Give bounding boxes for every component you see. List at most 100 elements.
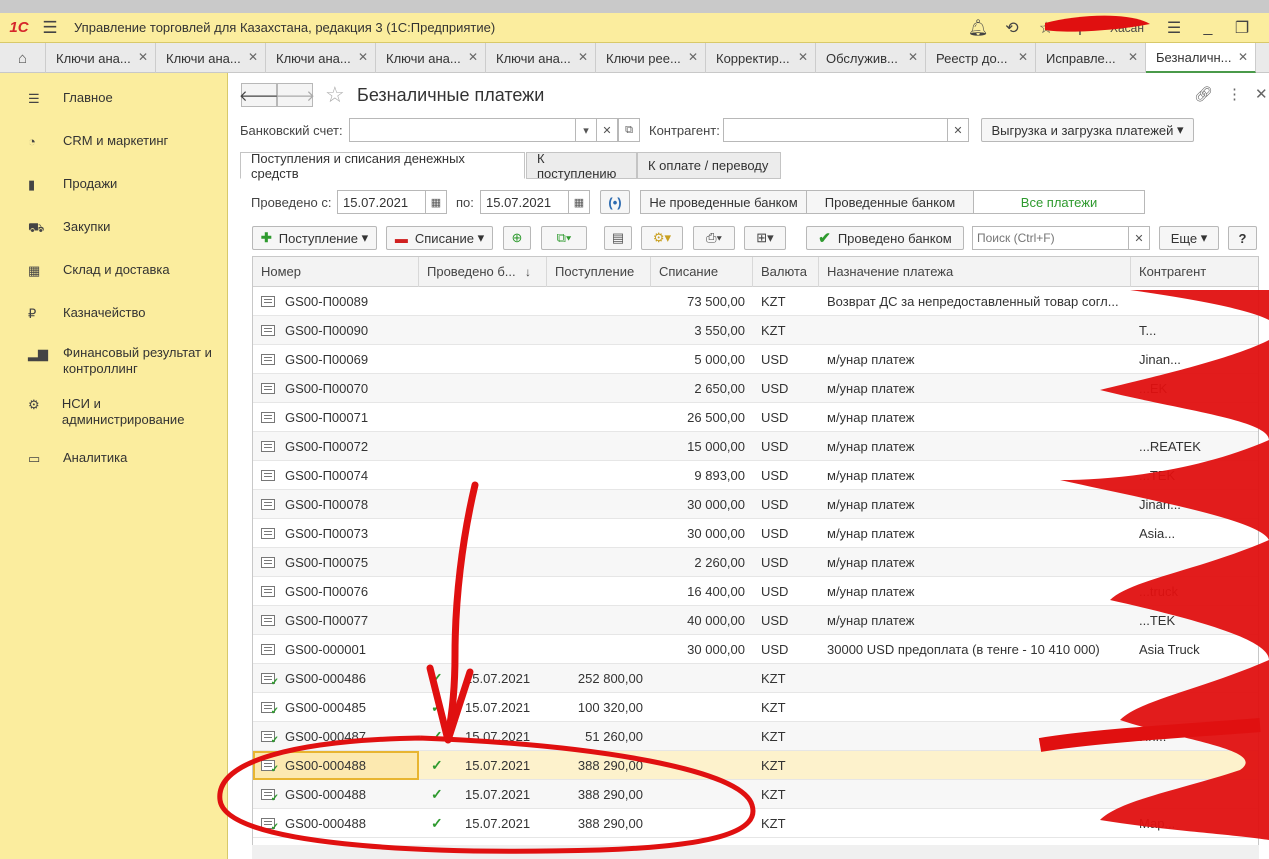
- close-tab-icon[interactable]: ✕: [578, 50, 588, 64]
- more-button[interactable]: Еще ▾: [1159, 226, 1219, 250]
- search-icon[interactable]: ⚲: [1063, 18, 1097, 38]
- back-button[interactable]: 🡐: [239, 83, 279, 107]
- close-tab-icon[interactable]: ✕: [468, 50, 478, 64]
- close-tab-icon[interactable]: ✕: [908, 50, 918, 64]
- table-row[interactable]: GS00-000001 30 000,00 USD 30000 USD предопл…: [253, 635, 1258, 664]
- table-row[interactable]: GS00-000486 ✓ 15.07.2021 252 800,00 KZT: [253, 664, 1258, 693]
- history-icon[interactable]: ⟲: [995, 18, 1029, 38]
- open-icon[interactable]: ⧉: [618, 118, 640, 142]
- sidebar-item[interactable]: ₽ Казначейство: [0, 305, 228, 322]
- search-input[interactable]: [972, 226, 1130, 250]
- filter-all[interactable]: Все платежи: [973, 190, 1145, 214]
- dropdown-arrow-icon[interactable]: ▾: [575, 118, 597, 142]
- table-row[interactable]: GS00-П00071 26 500,00 USD м/унар платеж: [253, 403, 1258, 432]
- open-tab[interactable]: Обслужив... ✕: [816, 43, 926, 73]
- filter-posted[interactable]: Проведенные банком: [806, 190, 974, 214]
- calendar-icon[interactable]: ▦: [568, 190, 590, 214]
- close-tab-icon[interactable]: ✕: [358, 50, 368, 64]
- table-row[interactable]: GS00-П00076 16 400,00 USD м/унар платеж ...t…: [253, 577, 1258, 606]
- main-menu-icon[interactable]: ☰: [38, 18, 62, 38]
- settings-doc-icon[interactable]: ⚙▾: [641, 226, 683, 250]
- open-tab[interactable]: Ключи ана... ✕: [266, 43, 376, 73]
- create-based-icon[interactable]: ⧉▾: [541, 226, 587, 250]
- help-button[interactable]: ?: [1228, 226, 1257, 250]
- table-row[interactable]: GS00-000488 ✓ 15.07.2021 388 290,00 KZT Мар..…: [253, 809, 1258, 838]
- bank-account-input[interactable]: [349, 118, 577, 142]
- table-row[interactable]: GS00-П00077 40 000,00 USD м/унар платеж ...T…: [253, 606, 1258, 635]
- clear-icon[interactable]: ✕: [947, 118, 969, 142]
- sidebar-item[interactable]: ◔ CRM и маркетинг: [0, 133, 228, 149]
- close-tab-icon[interactable]: ✕: [1238, 50, 1248, 64]
- open-tab[interactable]: Исправле... ✕: [1036, 43, 1146, 73]
- period-button[interactable]: (•): [600, 190, 630, 214]
- table-row[interactable]: GS00-П00090 3 550,00 KZT Т...: [253, 316, 1258, 345]
- column-header[interactable]: Поступление: [547, 257, 651, 287]
- minimize-icon[interactable]: _: [1191, 19, 1225, 37]
- open-tab[interactable]: Ключи ана... ✕: [46, 43, 156, 73]
- open-tab[interactable]: Ключи ана... ✕: [156, 43, 266, 73]
- tab-to-receive[interactable]: К поступлению: [526, 151, 637, 181]
- close-tab-icon[interactable]: ✕: [248, 50, 258, 64]
- date-from-input[interactable]: 15.07.2021: [337, 190, 427, 214]
- home-icon[interactable]: ⌂: [0, 43, 46, 73]
- column-header[interactable]: Валюта: [753, 257, 819, 287]
- user-name[interactable]: Хасан: [1097, 21, 1157, 35]
- open-tab[interactable]: Корректир... ✕: [706, 43, 816, 73]
- print-icon[interactable]: ⎙▾: [693, 226, 735, 250]
- table-row[interactable]: GS00-П00075 2 260,00 USD м/унар платеж: [253, 548, 1258, 577]
- restore-icon[interactable]: ❐: [1225, 18, 1259, 38]
- open-tab[interactable]: Ключи ана... ✕: [376, 43, 486, 73]
- clear-search-icon[interactable]: ✕: [1128, 226, 1150, 250]
- sidebar-item[interactable]: ☰ Главное: [0, 90, 228, 107]
- table-row[interactable]: GS00-П00072 15 000,00 USD м/унар платеж ...R…: [253, 432, 1258, 461]
- sidebar-item[interactable]: ▂▆ Финансовый результат и контроллинг: [0, 345, 228, 377]
- table-row[interactable]: GS00-П00089 73 500,00 KZT Возврат ДС за неп…: [253, 287, 1258, 316]
- table-row[interactable]: GS00-П00070 2 650,00 USD м/унар платеж ...EK: [253, 374, 1258, 403]
- sidebar-item[interactable]: ⛟ Закупки: [0, 219, 228, 238]
- export-import-button[interactable]: Выгрузка и загрузка платежей ▾: [981, 118, 1194, 142]
- close-tab-icon[interactable]: ✕: [1018, 50, 1028, 64]
- close-tab-icon[interactable]: ✕: [138, 50, 148, 64]
- close-tab-icon[interactable]: ✕: [688, 50, 698, 64]
- horizontal-scrollbar[interactable]: [252, 845, 1259, 859]
- calendar-icon[interactable]: ▦: [425, 190, 447, 214]
- posted-by-bank-button[interactable]: ✔ Проведено банком: [806, 226, 964, 250]
- table-row[interactable]: GS00-000485 ✓ 15.07.2021 100 320,00 KZT: [253, 693, 1258, 722]
- sidebar-item[interactable]: ▮ Продажи: [0, 176, 228, 193]
- sidebar-item[interactable]: ▦ Склад и доставка: [0, 262, 228, 279]
- sidebar-item[interactable]: ▭ Аналитика: [0, 450, 228, 467]
- table-row[interactable]: GS00-П00069 5 000,00 USD м/унар платеж Jinan…: [253, 345, 1258, 374]
- open-tab[interactable]: Реестр до... ✕: [926, 43, 1036, 73]
- table-row[interactable]: GS00-П00078 30 000,00 USD м/унар платеж Jina…: [253, 490, 1258, 519]
- attach-icon[interactable]: ⊞▾: [744, 226, 786, 250]
- close-tab-icon[interactable]: ✕: [798, 50, 808, 64]
- star-icon[interactable]: ☆: [1029, 18, 1063, 38]
- sidebar-item[interactable]: ⚙ НСИ и администрирование: [0, 396, 228, 428]
- column-header[interactable]: Номер: [253, 257, 419, 287]
- column-header[interactable]: Контрагент: [1131, 257, 1258, 287]
- column-header[interactable]: Назначение платежа: [819, 257, 1131, 287]
- table-row[interactable]: GS00-000488 ✓ 15.07.2021 388 290,00 KZT: [253, 780, 1258, 809]
- table-row[interactable]: GS00-П00074 9 893,00 USD м/унар платеж ...TE…: [253, 461, 1258, 490]
- filter-not-posted[interactable]: Не проведенные банком: [640, 190, 807, 214]
- close-tab-icon[interactable]: ✕: [1128, 50, 1138, 64]
- forward-button[interactable]: 🡒: [275, 83, 315, 107]
- open-tab[interactable]: Ключи рее... ✕: [596, 43, 706, 73]
- open-tab[interactable]: Безналичн... ✕: [1146, 43, 1256, 73]
- open-tab[interactable]: Ключи ана... ✕: [486, 43, 596, 73]
- column-header[interactable]: Списание: [651, 257, 753, 287]
- date-to-input[interactable]: 15.07.2021: [480, 190, 570, 214]
- clear-icon[interactable]: ✕: [596, 118, 618, 142]
- table-row[interactable]: GS00-000488 ✓ 15.07.2021 388 290,00 KZT: [253, 751, 1258, 780]
- tab-income-expense[interactable]: Поступления и списания денежных средств: [240, 151, 525, 181]
- table-row[interactable]: GS00-000487 ✓ 15.07.2021 51 260,00 KZT Ин...: [253, 722, 1258, 751]
- bell-icon[interactable]: 🔔︎: [961, 18, 995, 38]
- report-icon[interactable]: ▤: [604, 226, 632, 250]
- favorite-star-icon[interactable]: ☆: [325, 82, 345, 108]
- tab-to-pay[interactable]: К оплате / переводу: [637, 152, 781, 179]
- more-vert-icon[interactable]: ⋮: [1227, 85, 1242, 103]
- table-row[interactable]: GS00-П00073 30 000,00 USD м/унар платеж Asia…: [253, 519, 1258, 548]
- income-button[interactable]: ✚ Поступление ▾: [252, 226, 377, 250]
- close-form-icon[interactable]: ✕: [1255, 85, 1268, 103]
- expense-button[interactable]: ▬ Списание ▾: [386, 226, 493, 250]
